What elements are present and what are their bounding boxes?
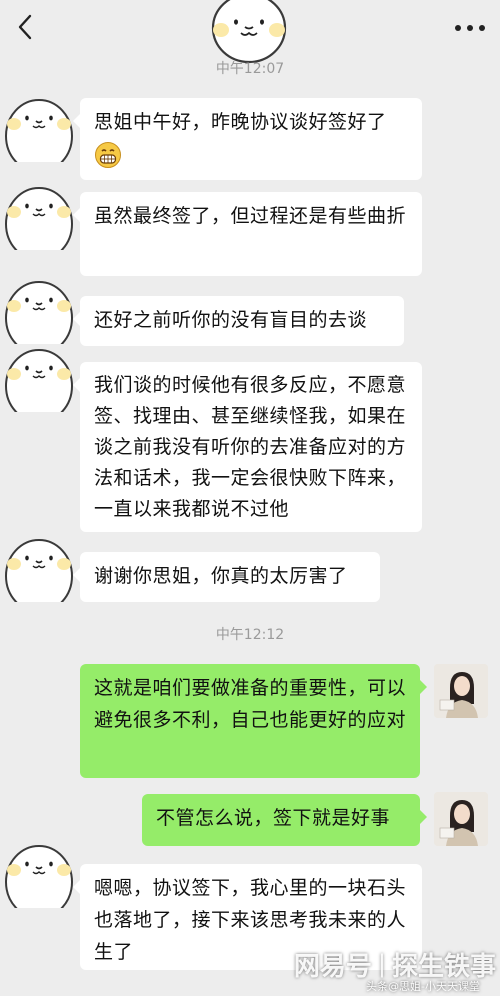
user-avatar[interactable] [434,792,488,846]
user-photo-icon [434,792,488,846]
message-bubble[interactable]: 我们谈的时候他有很多反应，不愿意签、找理由、甚至继续怪我，如果在谈之前我没有听你… [73,362,422,532]
message-bubble[interactable]: 谢谢你思姐，你真的太厉害了 [73,552,380,602]
seal-mascot-avatar-icon[interactable] [2,278,76,344]
watermark-name: 探生铁事 [391,951,496,982]
timestamp: 中午12:12 [215,627,285,643]
watermark: 网易号 | 探生铁事 [294,946,496,982]
user-avatar[interactable] [434,664,488,718]
seal-mascot-avatar-icon[interactable] [2,536,76,602]
message-bubble-outgoing[interactable]: 这就是咱们要做准备的重要性，可以避免很多不利，自己也能更好的应对 [80,664,427,778]
seal-mascot-avatar-icon[interactable] [2,96,76,162]
message-bubble[interactable]: 思姐中午好，昨晚协议谈好签好了 [73,98,422,180]
watermark-brand: 网易号 [293,951,372,982]
message-bubble[interactable]: 虽然最终签了，但过程还是有些曲折 [73,192,422,276]
seal-mascot-avatar-icon[interactable] [2,346,76,412]
watermark-separator: | [377,950,386,978]
ellipsis-icon[interactable] [450,18,490,38]
message-text: 思姐中午好，昨晚协议谈好签好了 [94,111,387,133]
chevron-left-icon[interactable] [14,13,38,41]
grinning-face-icon [95,141,121,168]
message-bubble[interactable]: 还好之前听你的没有盲目的去谈 [73,296,404,346]
seal-mascot-icon [211,0,287,64]
timestamp: 中午12:07 [215,61,285,77]
watermark-subtext: 头条@思姐-小天天课堂 [366,980,480,993]
seal-mascot-avatar-icon[interactable] [2,842,76,908]
user-photo-icon [434,664,488,718]
message-bubble-outgoing[interactable]: 不管怎么说，签下就是好事 [142,794,427,846]
seal-mascot-avatar-icon[interactable] [2,184,76,250]
